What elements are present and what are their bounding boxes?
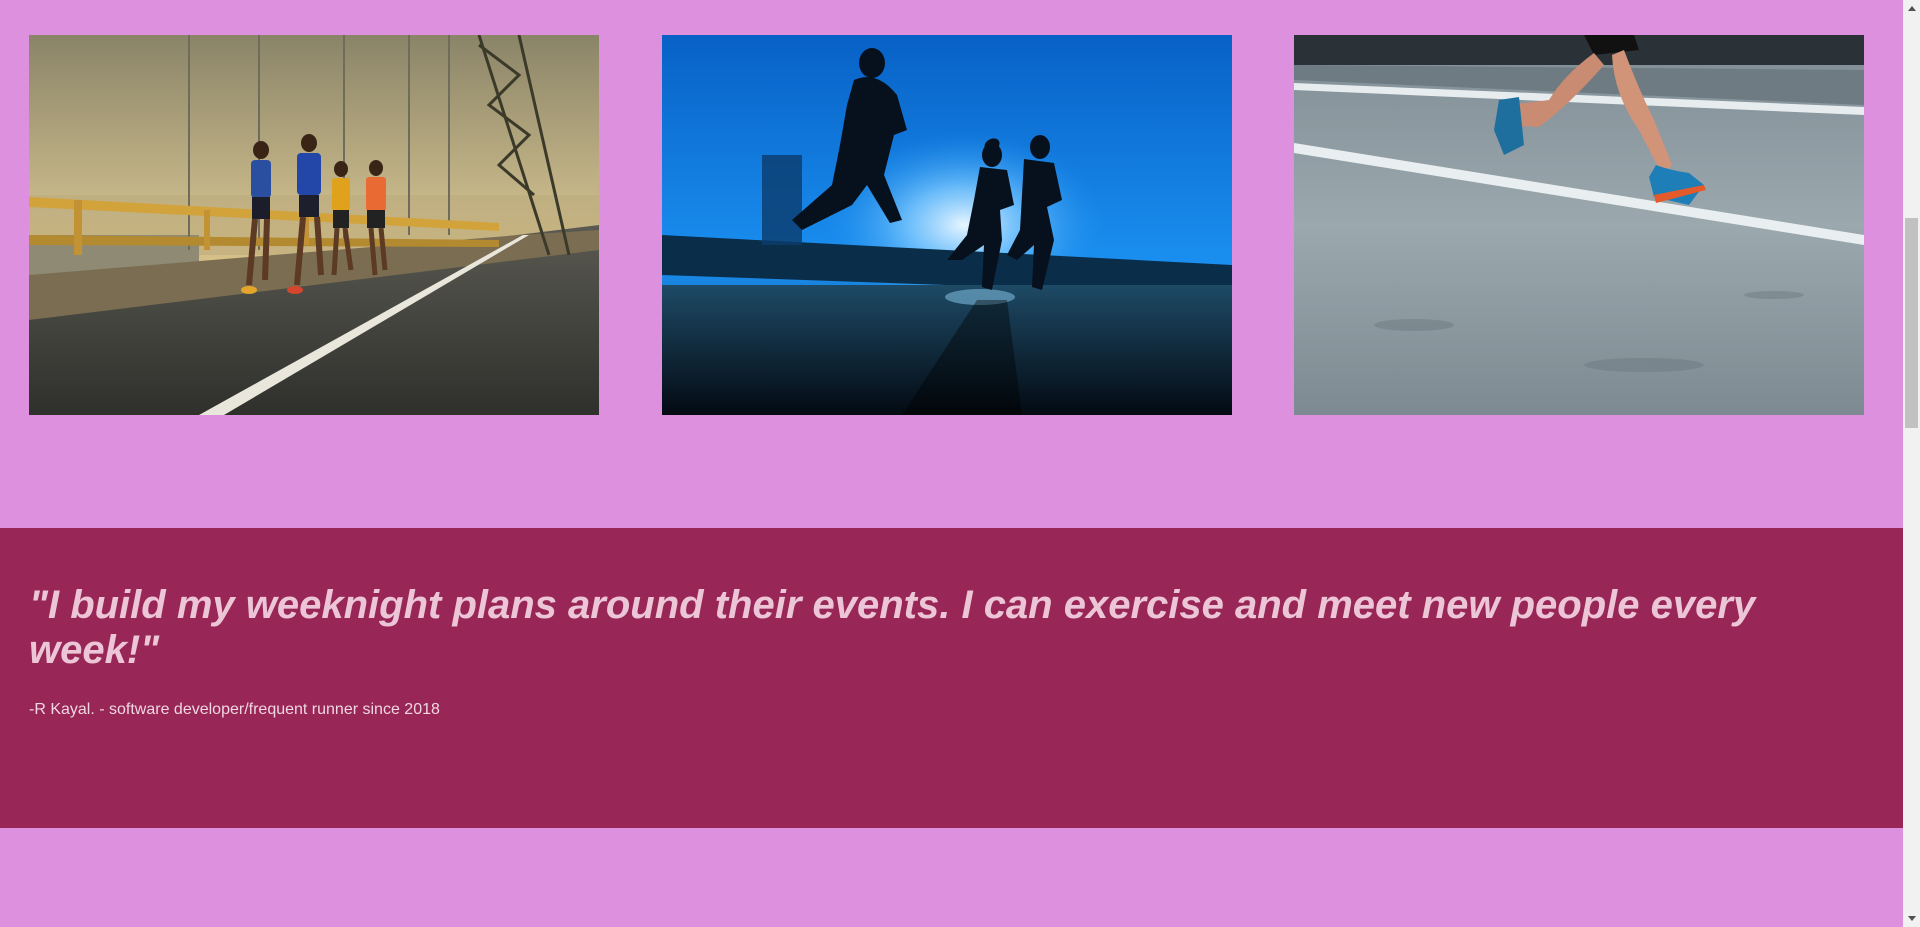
scroll-up-arrow-icon[interactable] <box>1903 0 1920 17</box>
testimonial-quote: "I build my weeknight plans around their… <box>29 583 1756 672</box>
runners-on-bridge-image <box>29 35 599 415</box>
vertical-scrollbar[interactable] <box>1903 0 1920 927</box>
runner-legs-image <box>1294 35 1864 415</box>
scroll-down-arrow-icon[interactable] <box>1903 910 1920 927</box>
scrollbar-thumb[interactable] <box>1905 218 1918 428</box>
silhouette-runners-image <box>661 35 1232 415</box>
silhouette-runners-photo <box>661 35 1232 415</box>
runners-on-bridge-photo <box>29 35 599 415</box>
testimonial-section: "I build my weeknight plans around their… <box>0 528 1903 828</box>
photo-gallery <box>29 35 1864 415</box>
page: "I build my weeknight plans around their… <box>0 0 1903 927</box>
runner-legs-photo <box>1294 35 1864 415</box>
testimonial-attribution: -R Kayal. - software developer/frequent … <box>29 701 440 718</box>
